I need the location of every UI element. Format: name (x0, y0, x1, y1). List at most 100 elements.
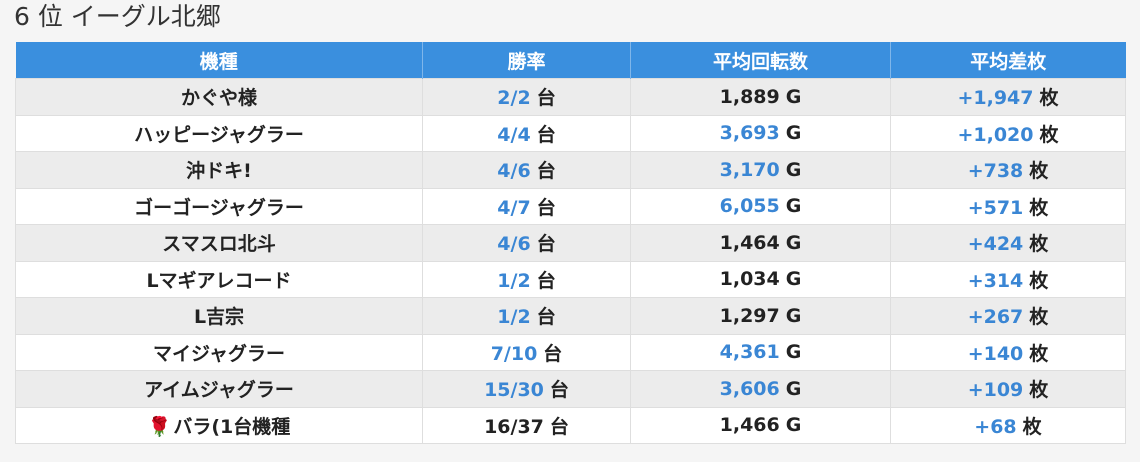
win-rate-cell-value: 4/4 (497, 123, 531, 146)
avg-spins-cell-value: 3,170 (719, 158, 780, 181)
column-header-avg-spins[interactable]: 平均回転数 (630, 42, 891, 79)
column-header-machine[interactable]: 機種 (15, 42, 423, 79)
avg-diff-cell-value: +738 (967, 160, 1024, 183)
avg-diff-cell-unit: 枚 (1022, 415, 1042, 438)
avg-diff-cell-value: +109 (967, 379, 1024, 402)
win-rate-cell-value: 4/6 (497, 233, 531, 256)
win-rate-cell-unit: 台 (536, 233, 556, 256)
win-rate-cell: 15/30 台 (422, 370, 631, 408)
avg-spins-cell: 4,361 G (630, 333, 891, 371)
avg-diff-cell-value: +314 (967, 269, 1024, 292)
avg-spins-cell: 3,606 G (630, 370, 891, 408)
avg-spins-cell: 3,693 G (630, 114, 891, 152)
avg-diff-cell-value: +424 (967, 233, 1024, 256)
avg-spins-cell-value: 1,466 (719, 414, 780, 437)
rose-icon: 🌹 (147, 415, 172, 438)
machine-name: ゴーゴージャグラー (134, 196, 304, 219)
table-header: 機種 勝率 平均回転数 平均差枚 (15, 42, 1126, 79)
win-rate-cell: 1/2 台 (422, 260, 631, 298)
win-rate-cell-value: 1/2 (497, 269, 531, 292)
avg-spins-cell-value: 4,361 (719, 341, 780, 364)
avg-spins-cell-unit: G (785, 85, 802, 108)
machine-cell: ゴーゴージャグラー (15, 187, 423, 225)
win-rate-cell: 4/6 台 (422, 224, 631, 262)
win-rate-cell: 4/4 台 (422, 114, 631, 152)
avg-diff-cell-unit: 枚 (1029, 306, 1049, 329)
column-header-avg-diff[interactable]: 平均差枚 (890, 42, 1126, 79)
win-rate-cell-value: 15/30 (484, 379, 544, 402)
machine-name: Lマギアレコード (146, 269, 292, 292)
table-row: かぐや様 2/2 台 1,889 G +1,947 枚 (15, 78, 1126, 116)
avg-diff-cell: +68 枚 (890, 406, 1126, 444)
win-rate-cell-unit: 台 (536, 196, 556, 219)
avg-diff-cell: +109 枚 (890, 370, 1126, 408)
avg-diff-cell-unit: 枚 (1029, 233, 1049, 256)
avg-diff-cell-value: +68 (974, 415, 1017, 438)
win-rate-cell: 2/2 台 (422, 78, 631, 116)
win-rate-cell-unit: 台 (536, 306, 556, 329)
avg-diff-cell-unit: 枚 (1029, 342, 1049, 365)
table-body: かぐや様 2/2 台 1,889 G +1,947 枚ハッピージャグラー 4/4 台 3,693 G… (15, 78, 1126, 444)
avg-spins-cell: 1,297 G (630, 297, 891, 335)
win-rate-cell-unit: 台 (549, 379, 569, 402)
machine-name: L吉宗 (193, 306, 245, 329)
win-rate-cell-unit: 台 (549, 415, 569, 438)
machine-cell: かぐや様 (15, 78, 423, 116)
machine-name: マイジャグラー (152, 342, 286, 365)
win-rate-cell: 7/10 台 (422, 333, 631, 371)
avg-diff-cell-value: +1,020 (957, 123, 1034, 146)
win-rate-cell-unit: 台 (536, 160, 556, 183)
avg-spins-cell-value: 1,464 (719, 231, 780, 254)
win-rate-cell-unit: 台 (536, 123, 556, 146)
avg-spins-cell: 1,464 G (630, 224, 891, 262)
win-rate-cell: 16/37 台 (422, 406, 631, 444)
win-rate-cell-unit: 台 (536, 269, 556, 292)
avg-spins-cell-value: 3,606 (719, 377, 780, 400)
avg-diff-cell-value: +267 (967, 306, 1024, 329)
avg-spins-cell: 6,055 G (630, 187, 891, 225)
avg-spins-cell-value: 1,889 (719, 85, 780, 108)
avg-spins-cell: 1,466 G (630, 406, 891, 444)
win-rate-cell-value: 2/2 (497, 87, 531, 110)
win-rate-cell: 4/7 台 (422, 187, 631, 225)
table-row: 沖ドキ! 4/6 台 3,170 G +738 枚 (15, 151, 1126, 189)
avg-diff-cell-unit: 枚 (1029, 196, 1049, 219)
avg-spins-cell-unit: G (785, 341, 802, 364)
avg-diff-cell-unit: 枚 (1029, 379, 1049, 402)
page-title: 6 位 イーグル北郷 (14, 2, 221, 31)
avg-diff-cell: +314 枚 (890, 260, 1126, 298)
win-rate-cell: 4/6 台 (422, 151, 631, 189)
avg-diff-cell: +1,020 枚 (890, 114, 1126, 152)
win-rate-cell-unit: 台 (536, 87, 556, 110)
avg-spins-cell: 1,034 G (630, 260, 891, 298)
avg-spins-cell-unit: G (785, 414, 802, 437)
machine-name: アイムジャグラー (144, 379, 294, 402)
column-header-win-rate[interactable]: 勝率 (422, 42, 631, 79)
avg-diff-cell-value: +140 (967, 342, 1024, 365)
avg-spins-cell-value: 1,034 (719, 268, 780, 291)
avg-diff-cell: +571 枚 (890, 187, 1126, 225)
avg-spins-cell-value: 1,297 (719, 304, 780, 327)
machine-cell: マイジャグラー (15, 333, 423, 371)
avg-diff-cell: +738 枚 (890, 151, 1126, 189)
avg-spins-cell-unit: G (785, 195, 802, 218)
avg-spins-cell-unit: G (785, 268, 802, 291)
avg-spins-cell-value: 6,055 (719, 195, 780, 218)
win-rate-cell-value: 16/37 (484, 415, 544, 438)
ranking-table: 機種 勝率 平均回転数 平均差枚 かぐや様 2/2 台 1,889 G +1,947 枚ハッ… (15, 42, 1126, 444)
win-rate-cell-value: 1/2 (497, 306, 531, 329)
win-rate-cell-value: 4/7 (497, 196, 531, 219)
win-rate-cell-value: 4/6 (497, 160, 531, 183)
table-row: マイジャグラー 7/10 台 4,361 G +140 枚 (15, 333, 1126, 371)
avg-spins-cell: 3,170 G (630, 151, 891, 189)
avg-diff-cell-unit: 枚 (1029, 269, 1049, 292)
table-row: 🌹 バラ(1台機種 16/37 台 1,466 G +68 枚 (15, 406, 1126, 444)
avg-diff-cell-unit: 枚 (1029, 160, 1049, 183)
avg-spins-cell-value: 3,693 (719, 122, 780, 145)
machine-cell: スマスロ北斗 (15, 224, 423, 262)
machine-cell: 🌹 バラ(1台機種 (15, 406, 423, 444)
win-rate-cell-unit: 台 (543, 342, 563, 365)
machine-cell: L吉宗 (15, 297, 423, 335)
avg-diff-cell-value: +571 (967, 196, 1024, 219)
table-row: L吉宗 1/2 台 1,297 G +267 枚 (15, 297, 1126, 335)
